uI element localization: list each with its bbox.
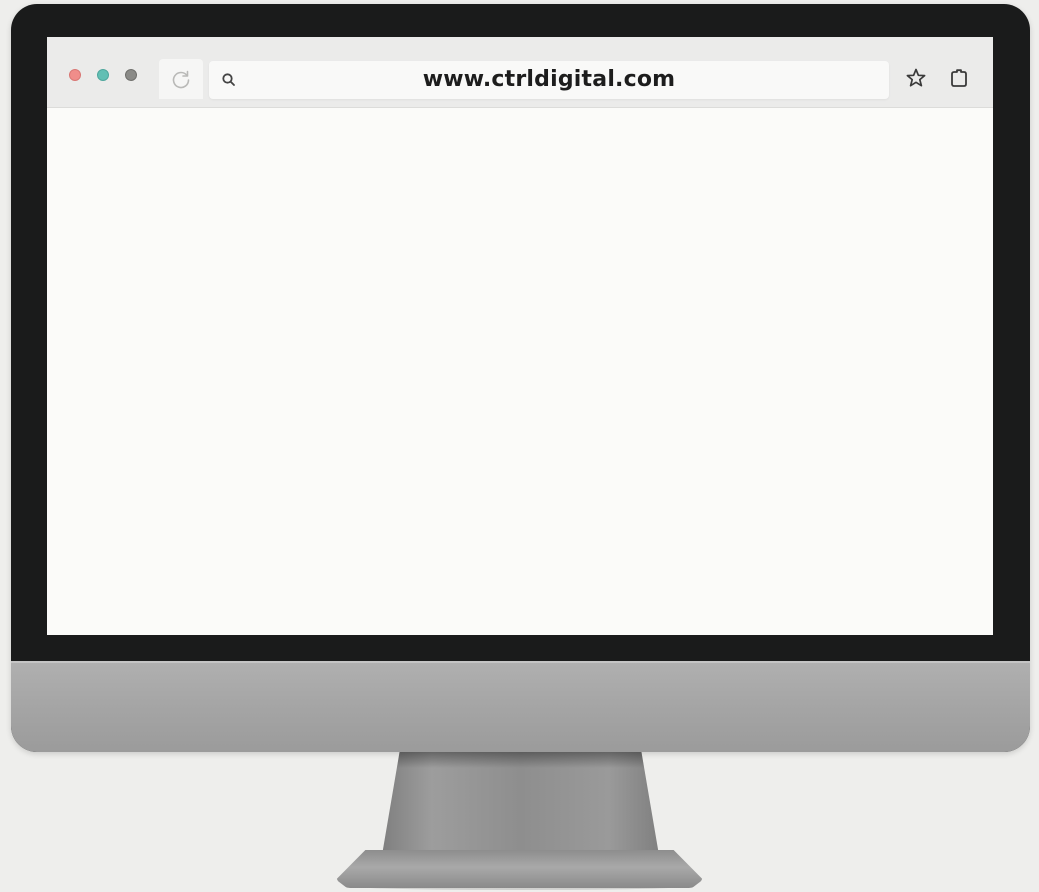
monitor-stand-base xyxy=(336,850,703,888)
address-bar[interactable]: www.ctrldigital.com xyxy=(209,61,889,99)
star-icon[interactable] xyxy=(905,67,927,89)
reload-button[interactable] xyxy=(159,59,203,99)
window-minimize-button[interactable] xyxy=(97,69,109,81)
monitor-stand-neck xyxy=(381,752,660,856)
screen: www.ctrldigital.com xyxy=(47,37,993,635)
extension-icon[interactable] xyxy=(948,67,970,89)
window-close-button[interactable] xyxy=(69,69,81,81)
desktop-monitor-scene: www.ctrldigital.com xyxy=(0,0,1039,892)
page-content xyxy=(47,108,993,635)
url-text: www.ctrldigital.com xyxy=(422,67,676,92)
browser-toolbar: www.ctrldigital.com xyxy=(47,37,993,108)
monitor-chin xyxy=(11,661,1030,752)
window-maximize-button[interactable] xyxy=(125,69,137,81)
reload-icon xyxy=(172,70,190,89)
monitor: www.ctrldigital.com xyxy=(11,4,1030,752)
